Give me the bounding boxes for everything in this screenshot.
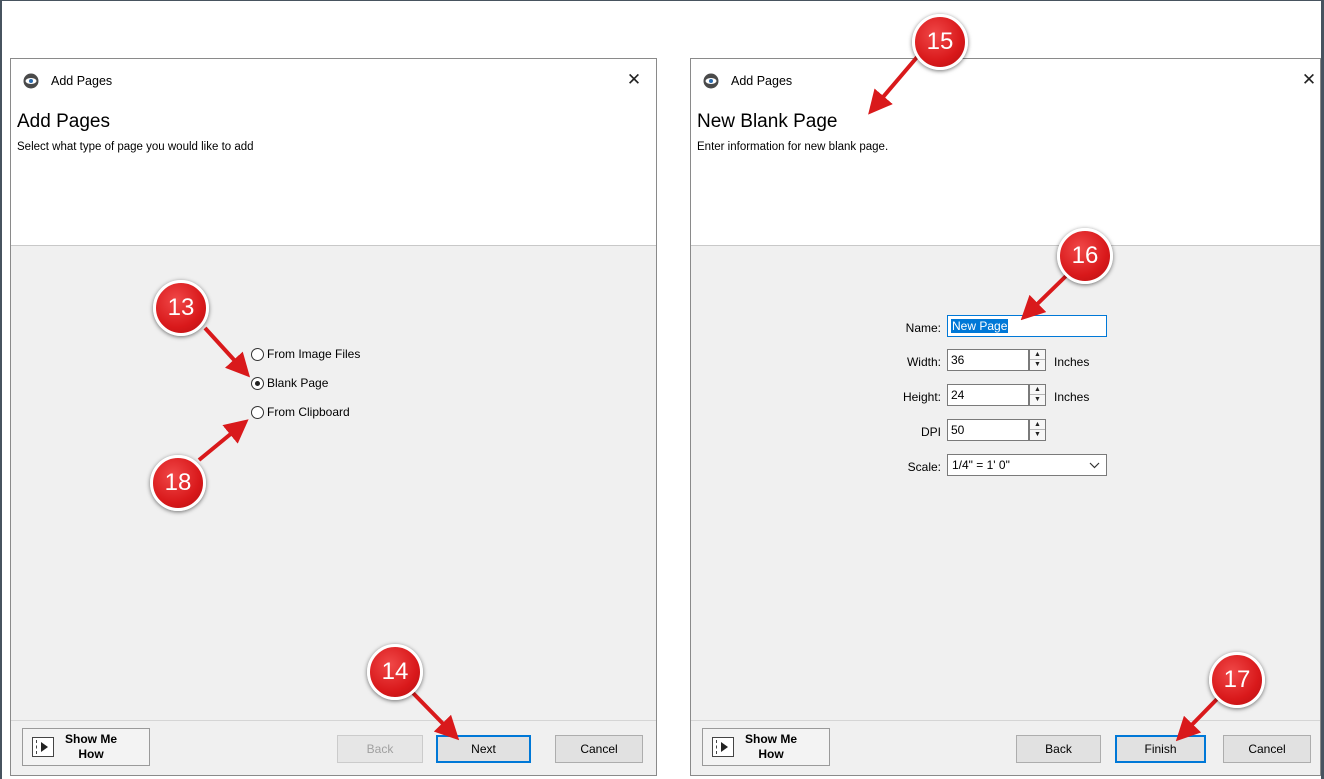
show-me-how-icon [712, 737, 734, 757]
dpi-label: DPI [920, 425, 941, 439]
show-me-line-1: Show Me [64, 732, 117, 746]
radio-icon[interactable] [251, 405, 264, 419]
next-button[interactable]: Next [436, 735, 531, 763]
spinner-down-icon[interactable]: ▼ [1030, 395, 1045, 405]
dialog-title: Add Pages [731, 74, 793, 88]
height-unit-label: Inches [1054, 390, 1090, 404]
dialog-title: Add Pages [51, 74, 113, 88]
callout-badge-16: 16 [1057, 228, 1113, 284]
radio-from-image-files[interactable]: From Image Files [251, 345, 360, 363]
app-eye-icon [23, 73, 39, 89]
show-me-line-2: How [758, 747, 784, 761]
spinner-up-icon[interactable]: ▲ [1030, 420, 1045, 430]
back-button[interactable]: Back [1016, 735, 1101, 763]
dialog-titlebar: Add Pages ✕ [11, 59, 656, 103]
page-subtitle: Enter information for new blank page. [697, 141, 889, 153]
spinner-down-icon[interactable]: ▼ [1030, 360, 1045, 370]
width-field[interactable]: 36 [947, 349, 1029, 371]
spinner-up-icon[interactable]: ▲ [1030, 350, 1045, 360]
name-field[interactable]: New Page [947, 315, 1107, 337]
dpi-field[interactable]: 50 [947, 419, 1029, 441]
height-field[interactable]: 24 [947, 384, 1029, 406]
show-me-how-button[interactable]: Show Me How [702, 728, 830, 766]
callout-badge-17: 17 [1209, 652, 1265, 708]
dpi-stepper[interactable]: ▲ ▼ [1029, 419, 1046, 441]
width-label: Width: [906, 355, 941, 369]
close-icon[interactable]: ✕ [1296, 67, 1320, 93]
show-me-how-icon [32, 737, 54, 757]
wizard-footer: Show Me How Back Next Cancel [11, 720, 656, 775]
scale-dropdown-value: 1/4" = 1' 0" [952, 458, 1010, 472]
width-stepper[interactable]: ▲ ▼ [1029, 349, 1046, 371]
cancel-button[interactable]: Cancel [1223, 735, 1311, 763]
radio-icon[interactable] [251, 347, 264, 361]
page-title: Add Pages [17, 111, 110, 132]
spinner-down-icon[interactable]: ▼ [1030, 430, 1045, 440]
radio-checked-icon[interactable] [251, 376, 264, 390]
radio-label: From Image Files [267, 347, 361, 361]
show-me-how-label: Show Me How [741, 732, 801, 762]
background-window-left-edge [0, 0, 2, 779]
callout-badge-15: 15 [912, 14, 968, 70]
width-unit-label: Inches [1054, 355, 1090, 369]
wizard-header: New Blank Page Enter information for new… [691, 103, 1320, 246]
finish-button[interactable]: Finish [1115, 735, 1206, 763]
background-window-top-edge [0, 0, 1324, 1]
wizard-header: Add Pages Select what type of page you w… [11, 103, 656, 246]
radio-blank-page[interactable]: Blank Page [251, 374, 328, 392]
callout-badge-13: 13 [153, 280, 209, 336]
height-label: Height: [902, 390, 941, 404]
add-pages-dialog-left: Add Pages ✕ Add Pages Select what type o… [10, 58, 657, 776]
cancel-button[interactable]: Cancel [555, 735, 643, 763]
radio-from-clipboard[interactable]: From Clipboard [251, 403, 350, 421]
show-me-how-label: Show Me How [61, 732, 121, 762]
close-icon[interactable]: ✕ [621, 67, 647, 93]
name-field-value: New Page [951, 319, 1009, 333]
back-button: Back [337, 735, 423, 763]
scale-dropdown[interactable]: 1/4" = 1' 0" [947, 454, 1107, 476]
dialog-titlebar: Add Pages ✕ [691, 59, 1320, 103]
callout-badge-18: 18 [150, 455, 206, 511]
show-me-line-1: Show Me [744, 732, 797, 746]
height-stepper[interactable]: ▲ ▼ [1029, 384, 1046, 406]
name-label: Name: [905, 321, 941, 335]
callout-badge-14: 14 [367, 644, 423, 700]
radio-label: Blank Page [267, 376, 329, 390]
show-me-how-button[interactable]: Show Me How [22, 728, 150, 766]
scale-label: Scale: [907, 460, 941, 474]
radio-label: From Clipboard [267, 405, 350, 419]
chevron-down-icon[interactable] [1089, 456, 1100, 477]
wizard-footer: Show Me How Back Finish Cancel [691, 720, 1320, 775]
app-eye-icon [703, 73, 719, 89]
page-subtitle: Select what type of page you would like … [17, 141, 254, 153]
page-title: New Blank Page [697, 111, 838, 132]
show-me-line-2: How [78, 747, 104, 761]
spinner-up-icon[interactable]: ▲ [1030, 385, 1045, 395]
